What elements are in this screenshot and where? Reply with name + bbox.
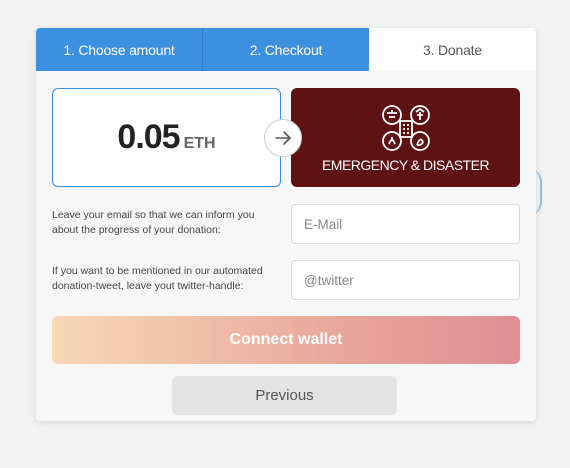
cause-label: EMERGENCY & DISASTER [321, 156, 490, 173]
connect-wallet-button[interactable]: Connect wallet [52, 316, 520, 364]
tab-choose-amount[interactable]: 1. Choose amount [36, 28, 202, 71]
tab-label: 3. Donate [423, 41, 482, 58]
email-help-text: Leave your email so that we can inform y… [52, 209, 255, 236]
amount-value: 0.05 [117, 118, 180, 156]
donation-card: 1. Choose amount 2. Checkout 3. Donate 0… [36, 28, 536, 421]
emergency-disaster-icon [381, 104, 430, 151]
arrow-right-icon [264, 119, 302, 157]
amount-unit: ETH [183, 134, 216, 152]
tab-checkout[interactable]: 2. Checkout [203, 28, 369, 71]
previous-button[interactable]: Previous [172, 376, 397, 415]
email-field[interactable] [291, 204, 520, 244]
twitter-handle-field[interactable] [291, 260, 520, 300]
twitter-help-text: If you want to be mentioned in our autom… [52, 265, 263, 292]
tab-donate[interactable]: 3. Donate [369, 28, 536, 71]
tab-label: 2. Checkout [249, 41, 323, 58]
cause-card: EMERGENCY & DISASTER [291, 88, 520, 187]
amount-display: 0.05 ETH [52, 88, 281, 187]
tab-label: 1. Choose amount [63, 41, 175, 58]
step-tabs: 1. Choose amount 2. Checkout 3. Donate [36, 28, 536, 71]
